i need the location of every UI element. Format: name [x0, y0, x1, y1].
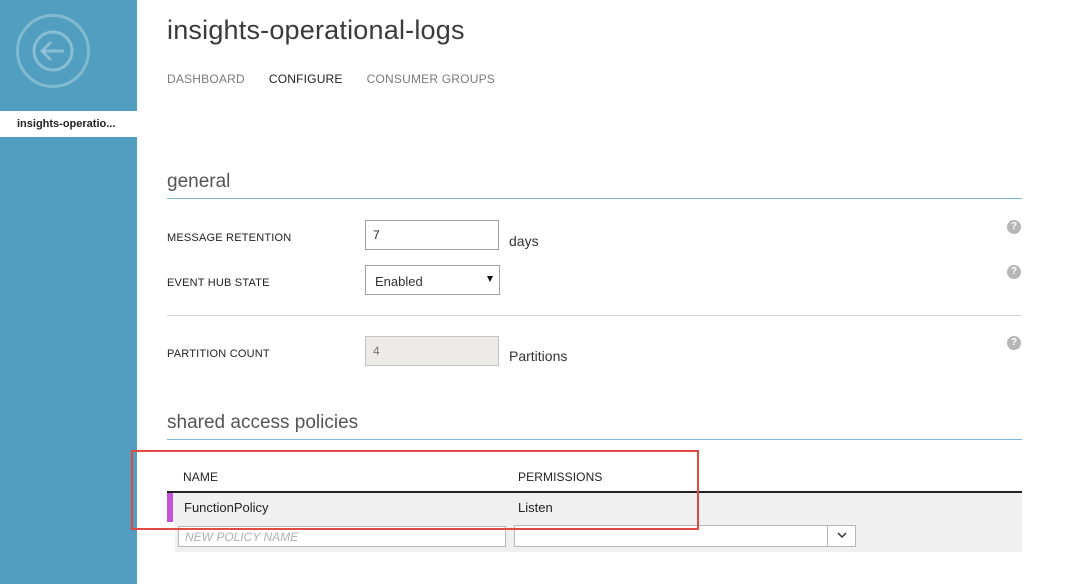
- tab-consumer-groups[interactable]: CONSUMER GROUPS: [367, 72, 495, 86]
- tab-configure[interactable]: CONFIGURE: [269, 72, 343, 86]
- partition-count-label: PARTITION COUNT: [167, 348, 270, 360]
- new-policy-permissions-select[interactable]: [514, 525, 856, 547]
- chevron-down-icon: [837, 532, 847, 539]
- column-header-permissions[interactable]: PERMISSIONS: [518, 470, 602, 484]
- tab-dashboard[interactable]: DASHBOARD: [167, 72, 245, 86]
- partition-count-help-icon[interactable]: ?: [1007, 336, 1021, 350]
- general-section-underline: [167, 198, 1022, 199]
- message-retention-label: MESSAGE RETENTION: [167, 232, 292, 244]
- policy-name-cell: FunctionPolicy: [184, 500, 269, 515]
- section-divider: [167, 315, 1022, 316]
- policies-section-underline: [167, 439, 1022, 440]
- policy-permissions-cell: Listen: [518, 500, 553, 515]
- event-hub-state-select[interactable]: Enabled: [365, 265, 500, 295]
- new-policy-name-input[interactable]: [178, 526, 506, 547]
- sidebar: insights-operatio...: [0, 0, 137, 584]
- dropdown-arrow-icon: [487, 276, 493, 282]
- message-retention-input[interactable]: [365, 220, 499, 250]
- arrow-left-circle-icon: [32, 30, 74, 72]
- table-row[interactable]: FunctionPolicy Listen: [167, 493, 1022, 522]
- event-hub-state-value: Enabled: [375, 274, 423, 289]
- partition-count-input: [365, 336, 499, 366]
- page-title: insights-operational-logs: [167, 15, 465, 45]
- message-retention-unit: days: [509, 233, 539, 249]
- row-selection-marker: [167, 493, 173, 522]
- back-button[interactable]: [16, 14, 90, 88]
- message-retention-help-icon[interactable]: ?: [1007, 220, 1021, 234]
- sidebar-item-event-hub[interactable]: insights-operatio...: [0, 111, 137, 137]
- event-hub-state-help-icon[interactable]: ?: [1007, 265, 1021, 279]
- column-header-name[interactable]: NAME: [183, 470, 218, 484]
- policies-section-title: shared access policies: [167, 412, 359, 433]
- permissions-dropdown-button[interactable]: [827, 526, 855, 546]
- general-section-title: general: [167, 171, 231, 192]
- event-hub-state-label: EVENT HUB STATE: [167, 277, 270, 289]
- partition-count-unit: Partitions: [509, 348, 568, 364]
- tab-bar: DASHBOARD CONFIGURE CONSUMER GROUPS: [167, 72, 519, 86]
